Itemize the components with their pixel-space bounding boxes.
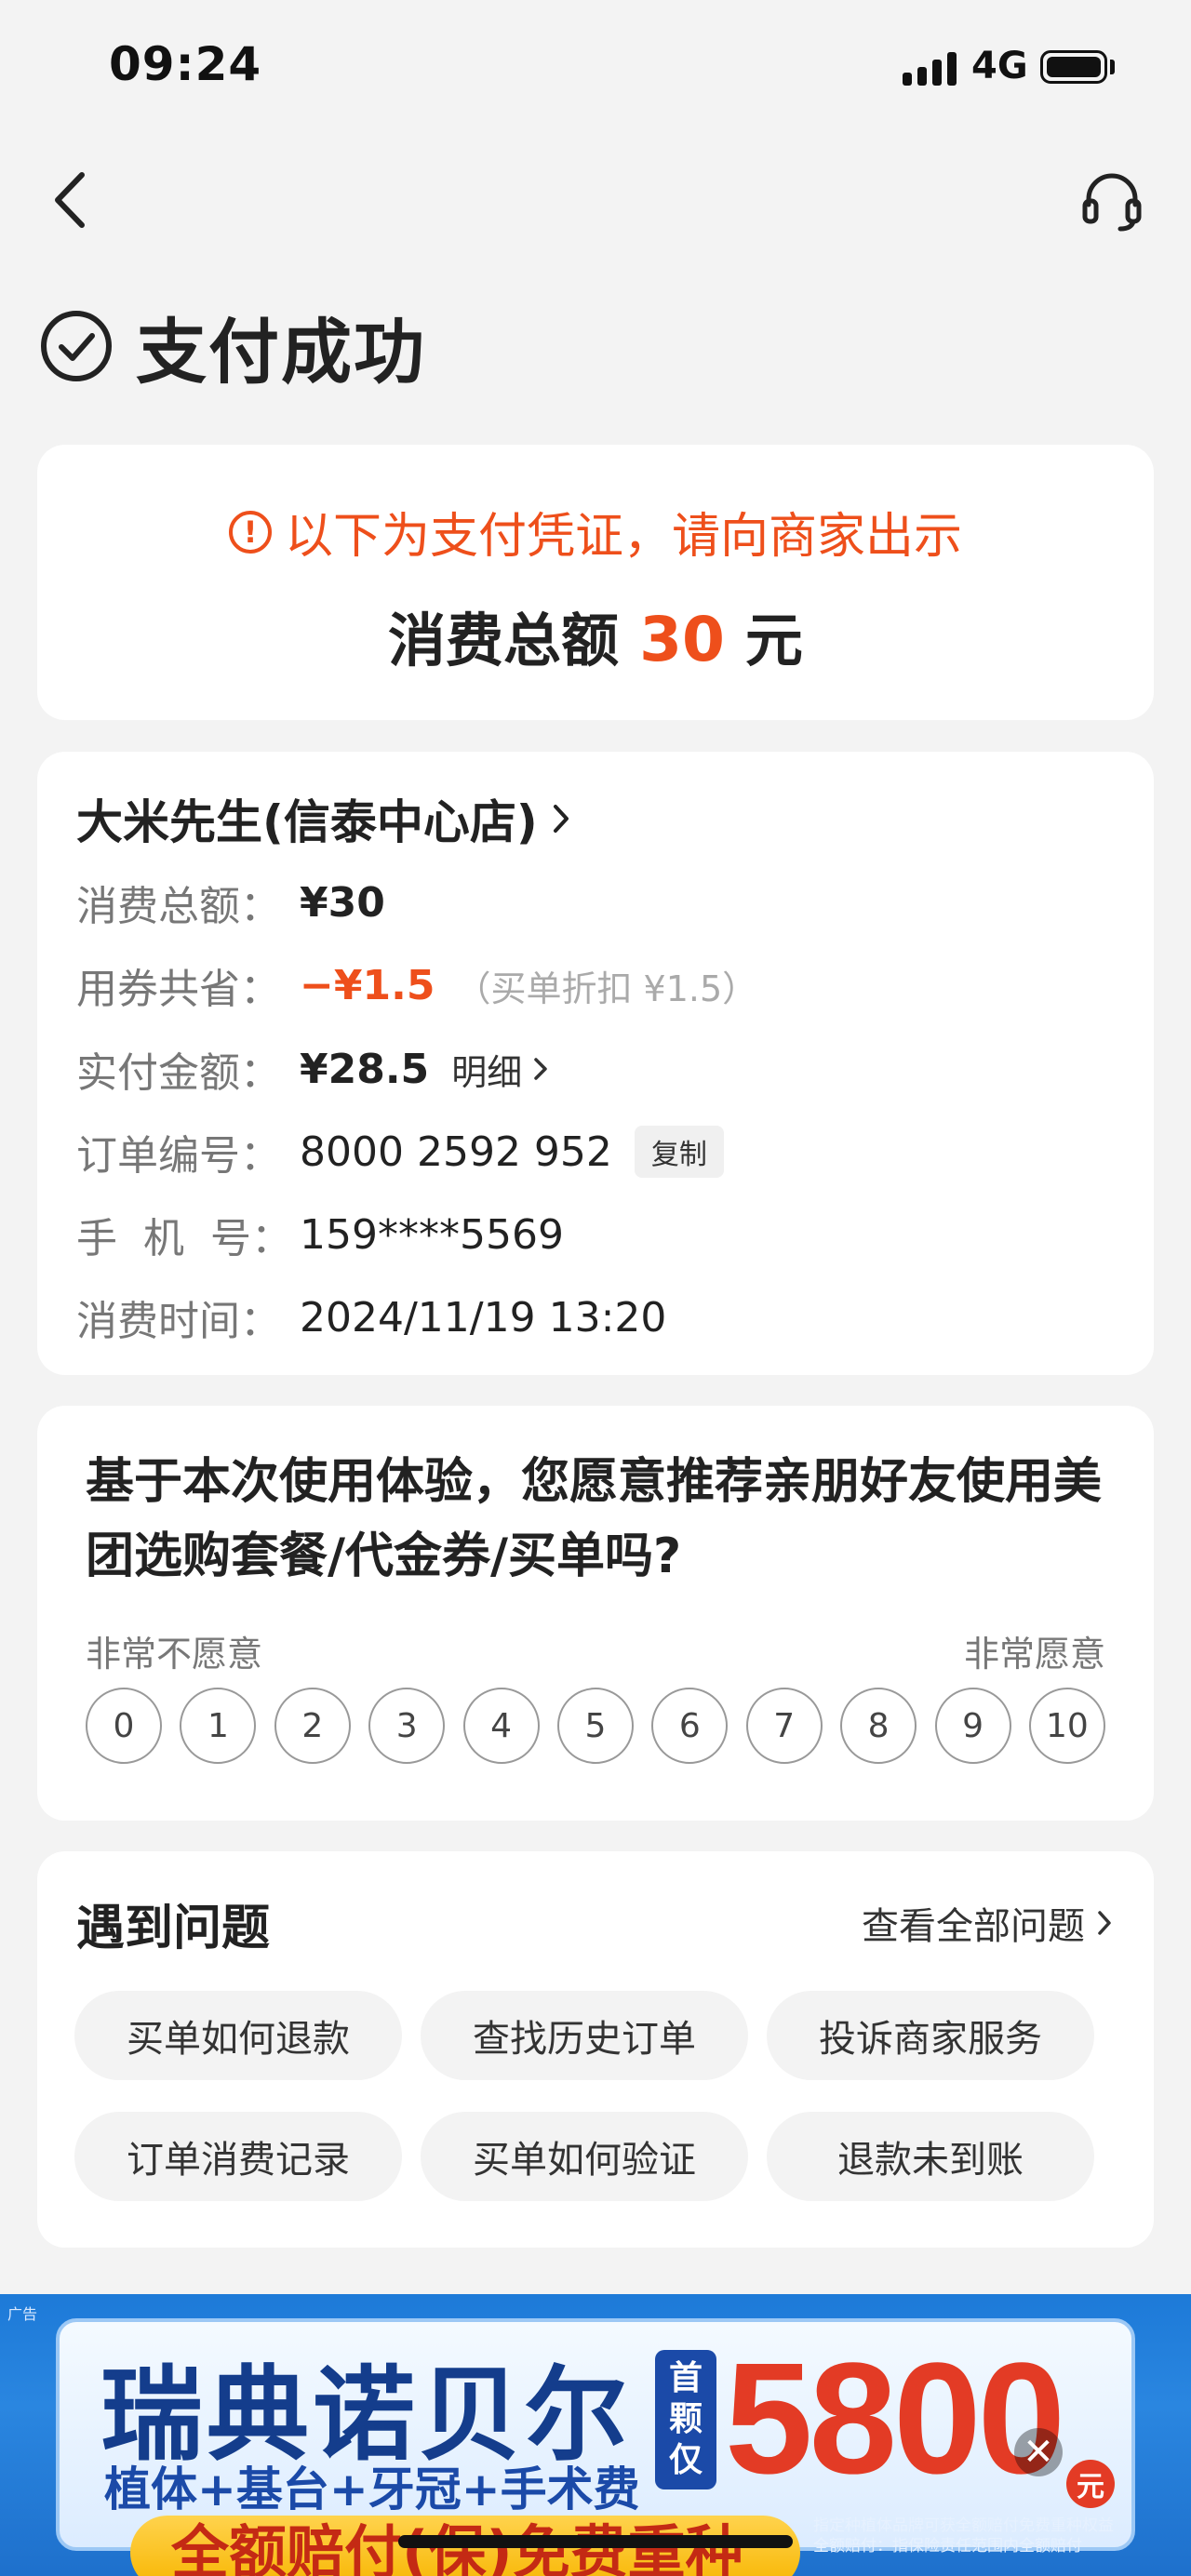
rating-option[interactable]: 3 — [368, 1688, 446, 1764]
copy-button[interactable]: 复制 — [634, 1126, 724, 1178]
page-title: 支付成功 — [136, 311, 426, 394]
row-label: 用券共省： — [76, 966, 281, 1013]
ad-badge: 首 颗 仅 — [655, 2350, 716, 2489]
row-paid: 实付金额： ¥28.5 明细 — [76, 1041, 550, 1097]
chevron-right-icon — [1098, 1911, 1111, 1935]
result-header: 支付成功 — [39, 300, 426, 394]
row-order-no: 订单编号： 8000 2592 952 复制 — [76, 1124, 724, 1180]
rating-option[interactable]: 2 — [274, 1688, 351, 1764]
view-all-label: 查看全部问题 — [862, 1905, 1085, 1948]
ad-badge-char: 仅 — [668, 2441, 703, 2479]
order-detail-card: 大米先生(信泰中心店) 消费总额： ¥30 用券共省： −¥1.5 （买单折扣 … — [37, 752, 1154, 1375]
row-time: 消费时间： 2024/11/19 13:20 — [76, 1289, 667, 1346]
help-topic[interactable]: 查找历史订单 — [421, 1991, 748, 2080]
headset-icon — [1082, 173, 1142, 232]
ad-price-unit: 元 — [1066, 2460, 1115, 2508]
back-button[interactable] — [45, 167, 100, 233]
rating-option[interactable]: 5 — [556, 1688, 634, 1764]
help-topic[interactable]: 买单如何验证 — [421, 2112, 748, 2201]
row-label: 消费时间： — [76, 1298, 281, 1345]
rating-option[interactable]: 10 — [1028, 1688, 1105, 1764]
rating-scale: 0 1 2 3 4 5 6 7 8 9 10 — [86, 1688, 1105, 1764]
row-value: 2024/11/19 13:20 — [300, 1293, 667, 1341]
detail-link-label: 明细 — [451, 1051, 523, 1093]
row-label: 订单编号： — [76, 1132, 281, 1180]
help-topic[interactable]: 退款未到账 — [767, 2112, 1094, 2201]
total-prefix: 消费总额 — [388, 607, 620, 674]
row-label: 实付金额： — [76, 1049, 281, 1097]
ad-fine-print: 指定种植体品牌可获全额赔付免费重种权益 全额赔付：指保险责任范围内全额赔付 — [813, 2516, 1114, 2556]
row-value: −¥1.5 — [300, 961, 435, 1009]
shop-link[interactable]: 大米先生(信泰中心店) — [76, 785, 571, 852]
survey-question: 基于本次使用体验，您愿意推荐亲朋好友使用美团选购套餐/代金券/买单吗? — [86, 1454, 1103, 1584]
rating-option[interactable]: 6 — [651, 1688, 729, 1764]
battery-tip — [1110, 60, 1115, 74]
customer-service-button[interactable] — [1079, 167, 1144, 233]
row-saved: 用券共省： −¥1.5 （买单折扣 ¥1.5） — [76, 957, 758, 1014]
shop-name: 大米先生(信泰中心店) — [76, 795, 538, 849]
back-icon — [55, 172, 85, 228]
voucher-notice-text: 以下为支付凭证，请向商家出示 — [284, 509, 962, 565]
chevron-right-icon — [534, 1058, 547, 1080]
ad-price: 5800 — [725, 2330, 1065, 2507]
scale-high-label: 非常愿意 — [963, 1634, 1105, 1675]
detail-link[interactable]: 明细 — [451, 1044, 550, 1095]
status-time: 09:24 — [109, 37, 262, 91]
row-label: 消费总额： — [76, 883, 281, 930]
help-card: 遇到问题 查看全部问题 买单如何退款 查找历史订单 投诉商家服务 订单消费记录 … — [37, 1851, 1154, 2248]
help-title: 遇到问题 — [76, 1901, 271, 1956]
check-circle-icon — [41, 311, 112, 381]
voucher-notice: ! 以下为支付凭证，请向商家出示 — [37, 497, 1154, 567]
row-label: 手 机 号： — [76, 1215, 292, 1262]
rating-option[interactable]: 0 — [86, 1688, 162, 1764]
row-value: 8000 2592 952 — [300, 1128, 612, 1176]
rating-option[interactable]: 7 — [745, 1688, 823, 1764]
row-value: 159****5569 — [300, 1210, 564, 1259]
ad-subtitle: 植体+基台+牙冠+手术费 — [104, 2463, 640, 2516]
ad-badge-char: 首 — [668, 2359, 703, 2397]
warning-icon: ! — [228, 510, 272, 554]
row-value: ¥30 — [300, 878, 385, 927]
total-amount: 30 — [639, 604, 725, 675]
home-indicator — [398, 2535, 793, 2548]
ad-banner[interactable]: 广告 瑞典诺贝尔 植体+基台+牙冠+手术费 首 颗 仅 5800 元 全额赔付(… — [0, 2294, 1191, 2576]
total-unit: 元 — [744, 607, 803, 674]
row-phone: 手 机 号： 159****5569 — [76, 1207, 564, 1263]
ad-badge-char: 颗 — [668, 2400, 703, 2438]
rating-option[interactable]: 9 — [934, 1688, 1011, 1764]
nps-survey-card: 基于本次使用体验，您愿意推荐亲朋好友使用美团选购套餐/代金券/买单吗? 非常不愿… — [37, 1406, 1154, 1821]
network-type: 4G — [971, 45, 1028, 87]
rating-option[interactable]: 1 — [180, 1688, 257, 1764]
close-icon[interactable]: ✕ — [1014, 2428, 1063, 2476]
discount-note: （买单折扣 ¥1.5） — [455, 968, 758, 1009]
signal-icon — [903, 48, 960, 86]
ad-tag: 广告 — [7, 2305, 38, 2323]
rating-option[interactable]: 4 — [462, 1688, 540, 1764]
row-value: ¥28.5 — [300, 1045, 430, 1093]
help-topic[interactable]: 买单如何退款 — [74, 1991, 402, 2080]
rating-option[interactable]: 8 — [840, 1688, 917, 1764]
row-total: 消费总额： ¥30 — [76, 874, 385, 931]
voucher-total: 消费总额 30 元 — [37, 594, 1154, 677]
help-topic[interactable]: 投诉商家服务 — [767, 1991, 1094, 2080]
payment-voucher-card: ! 以下为支付凭证，请向商家出示 消费总额 30 元 — [37, 445, 1154, 720]
help-topic[interactable]: 订单消费记录 — [74, 2112, 402, 2201]
scale-low-label: 非常不愿意 — [86, 1634, 263, 1675]
battery-icon — [1040, 50, 1107, 84]
view-all-problems-link[interactable]: 查看全部问题 — [862, 1896, 1115, 1950]
chevron-right-icon — [553, 805, 569, 833]
status-bar: 09:24 4G — [0, 0, 1191, 140]
